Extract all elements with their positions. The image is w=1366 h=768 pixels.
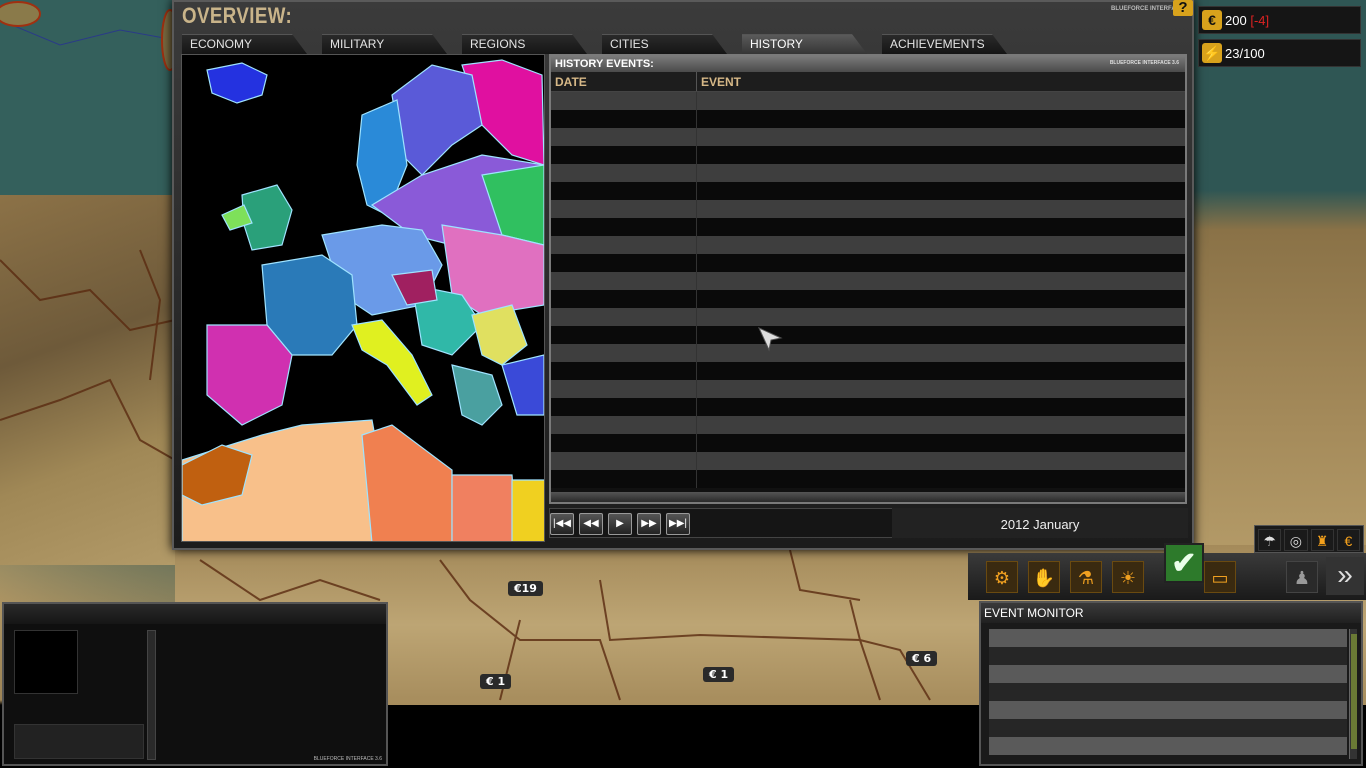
history-panel: HISTORY EVENTS: BLUEFORCE INTERFACE 3.6 …: [549, 54, 1187, 504]
history-column-headers: DATE EVENT: [551, 72, 1185, 92]
unit-details-box: [14, 724, 144, 759]
table-row[interactable]: [551, 110, 1185, 128]
table-row[interactable]: [551, 380, 1185, 398]
help-button[interactable]: ?: [1173, 0, 1193, 16]
table-row[interactable]: [551, 218, 1185, 236]
skip-first-icon: |◀◀: [553, 518, 571, 529]
event-scrollbar[interactable]: [1349, 629, 1357, 759]
table-row[interactable]: [551, 164, 1185, 182]
money-marker[interactable]: € 1: [703, 667, 735, 682]
tab-history[interactable]: HISTORY: [742, 34, 867, 54]
euro-icon: €: [1202, 10, 1222, 30]
energy-resource[interactable]: ⚡ 23/100: [1198, 39, 1361, 67]
unit-portrait: [14, 630, 78, 694]
europe-map-graphic: [182, 59, 544, 541]
check-icon: ✔: [1171, 547, 1197, 580]
tab-bar: ECONOMY MILITARY REGIONS CITIES HISTORY …: [182, 34, 1190, 54]
playback-controls: |◀◀ ◀◀ ▶ ▶▶ ▶▶|: [549, 508, 894, 538]
history-title: HISTORY EVENTS:: [555, 58, 654, 70]
play-icon: ▶: [616, 518, 624, 529]
computer-icon[interactable]: ▭: [1204, 561, 1236, 593]
history-list[interactable]: [551, 92, 1185, 492]
unit-scrollbar[interactable]: [147, 630, 156, 760]
tab-cities[interactable]: CITIES: [602, 34, 727, 54]
money-delta: [-4]: [1250, 13, 1270, 28]
table-row[interactable]: [551, 254, 1185, 272]
skip-last-button[interactable]: ▶▶|: [666, 513, 690, 535]
event-monitor-panel: EVENT MONITOR: [979, 601, 1363, 766]
event-list[interactable]: [989, 629, 1347, 757]
table-row[interactable]: [551, 92, 1185, 110]
column-header-date[interactable]: DATE: [551, 72, 697, 91]
table-row[interactable]: [551, 470, 1185, 488]
lightning-icon: ⚡: [1202, 43, 1222, 63]
table-row[interactable]: [551, 182, 1185, 200]
tab-military[interactable]: MILITARY: [322, 34, 447, 54]
soldier-icon[interactable]: ♟: [1286, 561, 1318, 593]
money-marker[interactable]: € 1: [480, 674, 512, 689]
list-item[interactable]: [989, 665, 1347, 683]
lamp-icon[interactable]: ☀: [1112, 561, 1144, 593]
table-row[interactable]: [551, 146, 1185, 164]
table-row[interactable]: [551, 308, 1185, 326]
list-item[interactable]: [989, 683, 1347, 701]
unit-info-panel: BLUEFORCE INTERFACE 3.6: [2, 602, 388, 766]
satellite-filter-icon[interactable]: ☂: [1258, 529, 1282, 551]
next-button[interactable]: »: [1326, 557, 1364, 595]
money-value: 200: [1225, 13, 1247, 28]
city-filter-icon[interactable]: ♜: [1310, 529, 1334, 551]
table-row[interactable]: [551, 326, 1185, 344]
fast-forward-button[interactable]: ▶▶: [637, 513, 661, 535]
overview-window: OVERVIEW: BLUEFORCE INTERFACE ECONOMY MI…: [172, 0, 1194, 550]
table-row[interactable]: [551, 290, 1185, 308]
money-marker[interactable]: € 6: [906, 651, 938, 666]
unit-info-header: [4, 604, 386, 624]
money-resource[interactable]: € 200 [-4]: [1198, 6, 1361, 34]
end-turn-check-button[interactable]: ✔: [1164, 543, 1204, 583]
history-header: HISTORY EVENTS: BLUEFORCE INTERFACE 3.6: [551, 56, 1185, 72]
table-row[interactable]: [551, 398, 1185, 416]
overview-minimap[interactable]: [181, 54, 545, 542]
list-item[interactable]: [989, 647, 1347, 665]
money-marker[interactable]: €19: [508, 581, 543, 596]
table-row[interactable]: [551, 416, 1185, 434]
brand-label: BLUEFORCE INTERFACE 3.6: [313, 756, 382, 762]
energy-value: 23/100: [1225, 46, 1265, 61]
skip-first-button[interactable]: |◀◀: [550, 513, 574, 535]
mouse-cursor-icon: [757, 326, 783, 352]
column-header-event[interactable]: EVENT: [697, 72, 745, 91]
economy-filter-icon[interactable]: €: [1336, 529, 1360, 551]
skip-last-icon: ▶▶|: [669, 518, 687, 529]
event-monitor-title: EVENT MONITOR: [981, 603, 1361, 623]
handshake-icon[interactable]: ✋: [1028, 561, 1060, 593]
table-row[interactable]: [551, 200, 1185, 218]
list-item[interactable]: [989, 719, 1347, 737]
tab-achievements[interactable]: ACHIEVEMENTS: [882, 34, 1007, 54]
table-row[interactable]: [551, 272, 1185, 290]
fast-forward-icon: ▶▶: [641, 518, 657, 529]
list-item[interactable]: [989, 701, 1347, 719]
rewind-button[interactable]: ◀◀: [579, 513, 603, 535]
army-filter-icon[interactable]: ◎: [1284, 529, 1308, 551]
table-row[interactable]: [551, 362, 1185, 380]
rewind-icon: ◀◀: [583, 518, 599, 529]
tab-economy[interactable]: ECONOMY: [182, 34, 307, 54]
chevron-right-icon: »: [1337, 559, 1353, 590]
history-footer: [551, 492, 1185, 502]
list-item[interactable]: [989, 629, 1347, 647]
table-row[interactable]: [551, 236, 1185, 254]
table-row[interactable]: [551, 434, 1185, 452]
list-item[interactable]: [989, 737, 1347, 755]
brand-label: BLUEFORCE INTERFACE 3.6: [1109, 60, 1179, 66]
table-row[interactable]: [551, 344, 1185, 362]
map-filter-bar: ☂ ◎ ♜ €: [1254, 525, 1364, 553]
flask-icon[interactable]: ⚗: [1070, 561, 1102, 593]
table-row[interactable]: [551, 452, 1185, 470]
window-title: OVERVIEW:: [182, 3, 293, 28]
play-button[interactable]: ▶: [608, 513, 632, 535]
current-date: 2012 January: [892, 508, 1188, 538]
gears-icon[interactable]: ⚙: [986, 561, 1018, 593]
tab-regions[interactable]: REGIONS: [462, 34, 587, 54]
table-row[interactable]: [551, 128, 1185, 146]
